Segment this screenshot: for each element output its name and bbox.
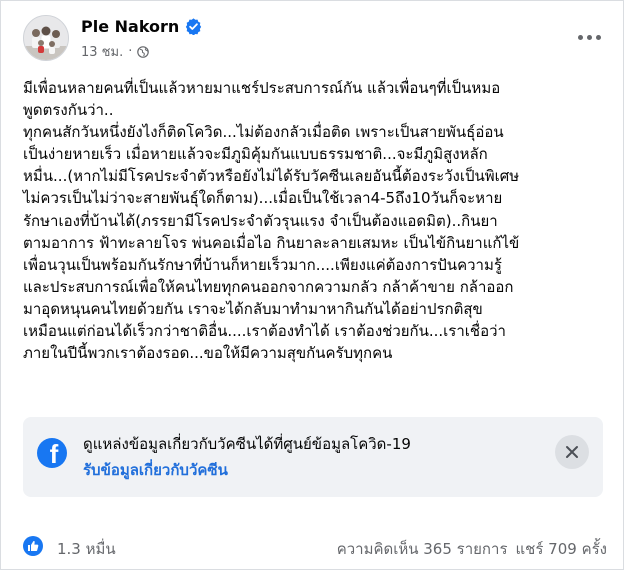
post-text: มีเพื่อนหลายคนที่เป็นแล้วหายมาแชร์ประสบก… xyxy=(23,77,613,364)
more-options-icon[interactable] xyxy=(571,25,607,49)
info-text: ดูแหล่งข้อมูลเกี่ยวกับวัคซีนได้ที่ศูนย์ข… xyxy=(83,435,411,453)
close-icon[interactable] xyxy=(555,435,589,469)
avatar-photo xyxy=(24,16,68,60)
post-text-line: ไม่ควรเป็นไม่ว่าจะสายพันธุ์ใดก็ตาม)...เม… xyxy=(23,189,503,208)
vaccine-info-link[interactable]: รับข้อมูลเกี่ยวกับวัคซีน xyxy=(83,459,228,481)
post-text-line: พูดตรงกันว่า.. xyxy=(23,101,114,120)
post-text-line: หมื่น...(หากไม่มีโรคประจำตัวหรือยังไม่ได… xyxy=(23,167,520,186)
post-text-line: รักษาเองที่บ้านได้(ภรรยามีโรคประจำตัวรุน… xyxy=(23,211,498,230)
post-text-line: มาอุดหนุนคนไทยด้วยกัน เราจะได้กลับมาทำมา… xyxy=(23,299,483,318)
post-time[interactable]: 13 ชม. xyxy=(81,41,123,62)
engagement-stats: ความคิดเห็น 365 รายการ แชร์ 709 ครั้ง xyxy=(337,537,607,561)
share-count[interactable]: แชร์ 709 ครั้ง xyxy=(516,537,608,561)
post-text-line: ทุกคนสักวันหนึ่งยังไงก็ติดโควิด...ไม่ต้อ… xyxy=(23,123,504,142)
post-text-line: และประสบการณ์เพื่อให้คนไทยทุกคนออกจากควา… xyxy=(23,277,514,296)
comment-count[interactable]: ความคิดเห็น 365 รายการ xyxy=(337,537,508,561)
dot xyxy=(577,34,583,40)
post-text-line: เป็นง่ายหายเร็ว เมื่อหายแล้วจะมีภูมิคุ้ม… xyxy=(23,145,488,164)
post-meta: 13 ชม. · xyxy=(81,41,150,62)
dot xyxy=(586,34,592,40)
post-text-line: มีเพื่อนหลายคนที่เป็นแล้วหายมาแชร์ประสบก… xyxy=(23,79,501,97)
facebook-logo-icon: f xyxy=(37,438,67,468)
globe-icon[interactable] xyxy=(137,45,150,58)
post-text-line: เพื่อนวุนเป็นพร้อมกันรักษาที่บ้านก็หายเร… xyxy=(23,255,502,274)
meta-separator: · xyxy=(128,44,133,59)
reaction-count[interactable]: 1.3 หมื่น xyxy=(57,537,116,561)
post-text-line: ภายในปีนี้พวกเราต้องรอด...ขอให้มีความสุข… xyxy=(23,344,393,363)
avatar[interactable] xyxy=(23,15,69,61)
dot xyxy=(595,34,601,40)
post-card: Ple Nakorn 13 ชม. · มีเพื่อนหลายคนที่เป็… xyxy=(0,0,624,570)
covid-info-box: f ดูแหล่งข้อมูลเกี่ยวกับวัคซีนได้ที่ศูนย… xyxy=(23,417,603,497)
post-text-line: ตามอาการ ฟ้าทะลายโจร พ่นคอเมื่อไอ กินยาล… xyxy=(23,233,520,252)
like-icon[interactable] xyxy=(23,536,43,556)
post-text-line: เหมือนแต่ก่อนได้เร็วกว่าชาติอื่น....เราต… xyxy=(23,322,506,341)
author-row: Ple Nakorn xyxy=(81,17,202,36)
verified-badge-icon xyxy=(185,18,202,35)
author-name[interactable]: Ple Nakorn xyxy=(81,17,179,36)
